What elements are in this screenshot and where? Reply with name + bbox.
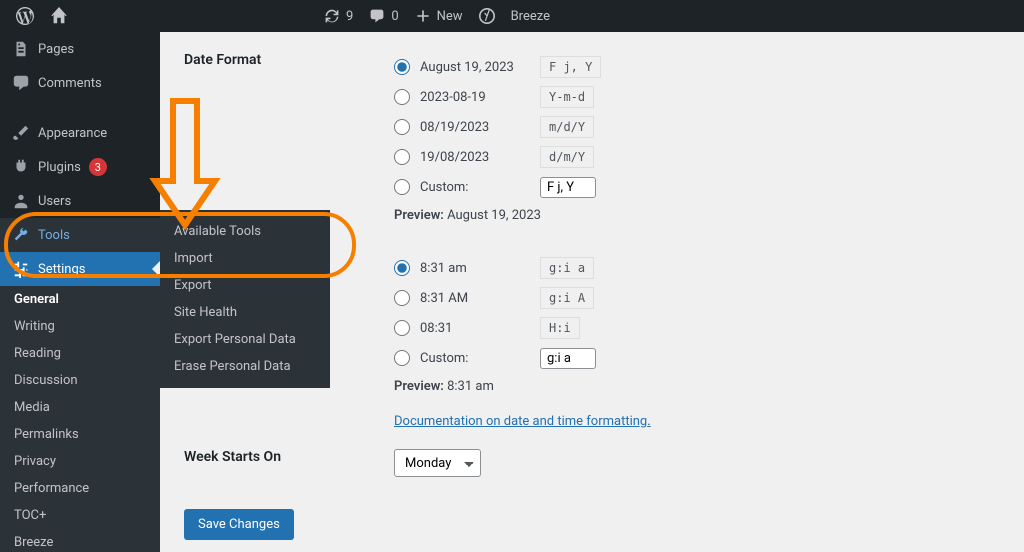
wp-logo[interactable] — [8, 0, 42, 32]
time-custom-input[interactable] — [540, 348, 596, 369]
time-code-0: g:i a — [540, 257, 594, 279]
time-radio-2[interactable] — [394, 320, 410, 336]
tools-export[interactable]: Export — [160, 272, 330, 299]
date-radio-0[interactable] — [394, 59, 410, 75]
date-display-0: August 19, 2023 — [420, 60, 530, 75]
settings-submenu: General Writing Reading Discussion Media… — [0, 286, 160, 552]
sub-media[interactable]: Media — [0, 394, 160, 421]
admin-bar: 9 0 New Breeze — [0, 0, 1024, 32]
date-custom-input[interactable] — [540, 177, 596, 198]
menu-comments[interactable]: Comments — [0, 66, 160, 100]
doc-link[interactable]: Documentation on date and time formattin… — [394, 414, 651, 429]
pages-icon — [12, 40, 30, 58]
new-content-link[interactable]: New — [407, 0, 471, 32]
time-display-0: 8:31 am — [420, 261, 530, 276]
sub-permalinks[interactable]: Permalinks — [0, 421, 160, 448]
sub-breeze[interactable]: Breeze — [0, 529, 160, 552]
menu-appearance[interactable]: Appearance — [0, 116, 160, 150]
week-starts-select[interactable]: Monday — [394, 449, 481, 477]
date-code-3: d/m/Y — [540, 146, 594, 168]
time-display-2: 08:31 — [420, 321, 530, 336]
yoast-link[interactable] — [471, 0, 503, 32]
sub-privacy[interactable]: Privacy — [0, 448, 160, 475]
time-preview: Preview: 8:31 am — [394, 379, 1000, 394]
date-display-3: 19/08/2023 — [420, 150, 530, 165]
updates-link[interactable]: 9 — [316, 0, 361, 32]
comments-icon — [12, 74, 30, 92]
date-radio-3[interactable] — [394, 149, 410, 165]
time-radio-0[interactable] — [394, 260, 410, 276]
menu-users[interactable]: Users — [0, 184, 160, 218]
date-display-2: 08/19/2023 — [420, 120, 530, 135]
sliders-icon — [12, 260, 30, 278]
sub-general[interactable]: General — [0, 286, 160, 313]
menu-pages[interactable]: Pages — [0, 32, 160, 66]
user-icon — [12, 192, 30, 210]
date-preview: Preview: August 19, 2023 — [394, 208, 1000, 223]
time-display-1: 8:31 AM — [420, 291, 530, 306]
sub-performance[interactable]: Performance — [0, 475, 160, 502]
time-custom-radio[interactable] — [394, 350, 410, 366]
menu-plugins[interactable]: Plugins 3 — [0, 150, 160, 184]
tools-import[interactable]: Import — [160, 245, 330, 272]
week-starts-label: Week Starts On — [184, 449, 394, 477]
updates-count: 9 — [346, 9, 353, 24]
plugin-icon — [12, 158, 30, 176]
menu-settings[interactable]: Settings — [0, 252, 160, 286]
sub-discussion[interactable]: Discussion — [0, 367, 160, 394]
date-display-1: 2023-08-19 — [420, 90, 530, 105]
sub-writing[interactable]: Writing — [0, 313, 160, 340]
date-code-2: m/d/Y — [540, 116, 594, 138]
tools-flyout: Available Tools Import Export Site Healt… — [160, 210, 330, 388]
time-custom-label: Custom: — [420, 351, 530, 366]
date-code-0: F j, Y — [540, 56, 601, 78]
admin-sidebar: Pages Comments Appearance Plugins 3 User… — [0, 32, 160, 552]
wrench-icon — [12, 226, 30, 244]
tools-export-personal[interactable]: Export Personal Data — [160, 326, 330, 353]
home-link[interactable] — [42, 0, 76, 32]
date-radio-2[interactable] — [394, 119, 410, 135]
yoast-icon — [479, 8, 495, 24]
time-code-2: H:i — [540, 317, 580, 339]
date-radio-1[interactable] — [394, 89, 410, 105]
comment-icon — [369, 8, 385, 24]
tools-site-health[interactable]: Site Health — [160, 299, 330, 326]
refresh-icon — [324, 8, 340, 24]
plugins-badge: 3 — [89, 158, 107, 176]
sub-reading[interactable]: Reading — [0, 340, 160, 367]
wordpress-icon — [16, 7, 34, 25]
comments-link[interactable]: 0 — [361, 0, 406, 32]
comments-count: 0 — [391, 9, 398, 24]
date-custom-label: Custom: — [420, 180, 530, 195]
plus-icon — [415, 8, 431, 24]
home-icon — [50, 7, 68, 25]
date-code-1: Y-m-d — [540, 86, 594, 108]
time-radio-1[interactable] — [394, 290, 410, 306]
menu-tools[interactable]: Tools — [0, 218, 160, 252]
sub-tocplus[interactable]: TOC+ — [0, 502, 160, 529]
brush-icon — [12, 124, 30, 142]
breeze-link[interactable]: Breeze — [503, 0, 558, 32]
tools-erase-personal[interactable]: Erase Personal Data — [160, 353, 330, 380]
save-changes-button[interactable]: Save Changes — [184, 509, 294, 540]
tools-available[interactable]: Available Tools — [160, 218, 330, 245]
time-code-1: g:i A — [540, 287, 594, 309]
date-custom-radio[interactable] — [394, 179, 410, 195]
